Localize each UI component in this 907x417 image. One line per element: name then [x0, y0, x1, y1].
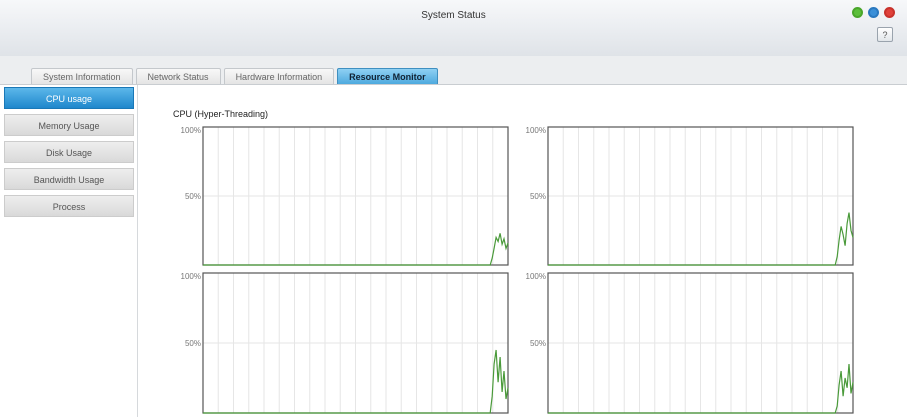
tab-system-information[interactable]: System Information [31, 68, 133, 85]
window-controls [852, 7, 895, 18]
y-tick-label: 100% [181, 126, 201, 135]
chart-title: CPU (Hyper-Threading) [173, 109, 269, 119]
sidebar-item-disk-usage[interactable]: Disk Usage [4, 141, 134, 163]
y-tick-label: 50% [530, 192, 546, 201]
tab-list: System Information Network Status Hardwa… [31, 68, 438, 85]
sidebar: CPU usage Memory Usage Disk Usage Bandwi… [0, 85, 138, 417]
close-icon[interactable] [884, 7, 895, 18]
help-button[interactable]: ? [877, 27, 893, 42]
main-content: CPU (Hyper-Threading) 100% 50% 100% 50% 10… [138, 85, 907, 417]
window-title: System Status [421, 10, 486, 21]
y-tick-label: 100% [181, 272, 201, 281]
window-titlebar: System Status ? [0, 0, 907, 57]
sidebar-item-cpu-usage[interactable]: CPU usage [4, 87, 134, 109]
sidebar-item-bandwidth-usage[interactable]: Bandwidth Usage [4, 168, 134, 190]
y-tick-label: 100% [526, 272, 546, 281]
cpu-chart-2-svg: 100% 50% [526, 126, 854, 266]
y-tick-label: 100% [526, 126, 546, 135]
y-tick-label: 50% [530, 339, 546, 348]
cpu-chart-1-svg: 100% 50% [181, 126, 509, 266]
cpu-chart-4-svg: 100% 50% [526, 272, 854, 414]
minimize-icon[interactable] [852, 7, 863, 18]
y-tick-label: 50% [185, 192, 201, 201]
tab-network-status[interactable]: Network Status [135, 68, 221, 85]
maximize-icon[interactable] [868, 7, 879, 18]
y-tick-label: 50% [185, 339, 201, 348]
sidebar-item-process[interactable]: Process [4, 195, 134, 217]
tab-resource-monitor[interactable]: Resource Monitor [337, 68, 438, 85]
sidebar-item-memory-usage[interactable]: Memory Usage [4, 114, 134, 136]
tab-strip: System Information Network Status Hardwa… [0, 56, 907, 85]
tab-hardware-information[interactable]: Hardware Information [223, 68, 335, 85]
cpu-chart-3-svg: 100% 50% [181, 272, 509, 414]
